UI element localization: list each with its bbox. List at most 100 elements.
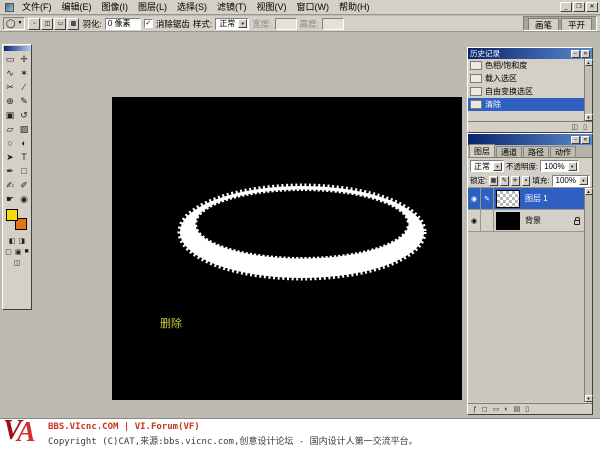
delete-state-icon[interactable]: ▯ — [583, 123, 587, 132]
opacity-dropdown[interactable]: 100% ▼ — [540, 160, 578, 172]
jump-to-imageready-icon[interactable]: ◫ — [14, 259, 21, 267]
history-step-selected[interactable]: 清除 — [468, 98, 592, 111]
layer-row-background[interactable]: ◉ 背景 — [468, 210, 584, 232]
healing-brush-tool[interactable]: ⊕ — [3, 94, 17, 108]
toolbox-grip[interactable] — [4, 46, 30, 51]
history-step[interactable]: 自由变换选区 — [468, 85, 592, 98]
lock-image-pixels-icon[interactable]: ✎ — [500, 176, 509, 186]
tab-layers[interactable]: 图层 — [469, 144, 495, 157]
selection-new-icon[interactable]: ▫ — [28, 18, 40, 30]
blur-tool[interactable]: ○ — [3, 136, 17, 150]
hand-tool[interactable]: ☛ — [3, 192, 17, 206]
tab-actions[interactable]: 动作 — [550, 146, 576, 157]
menu-select[interactable]: 选择(S) — [172, 0, 212, 14]
standard-screen-icon[interactable]: ▢ — [5, 248, 12, 256]
width-input — [275, 18, 297, 30]
palette-well-brushes-tab[interactable]: 画笔 — [528, 18, 559, 30]
visibility-eye-icon[interactable]: ◉ — [468, 188, 481, 209]
layers-scrollbar[interactable]: ▲ ▼ — [584, 188, 592, 402]
selection-add-icon[interactable]: ◫ — [41, 18, 53, 30]
feather-input[interactable]: 0 像素 — [105, 18, 141, 30]
visibility-eye-icon[interactable]: ◉ — [468, 210, 481, 231]
menu-layer[interactable]: 图层(L) — [133, 0, 172, 14]
menu-file[interactable]: 文件(F) — [17, 0, 57, 14]
document-canvas[interactable]: 删除 — [112, 97, 462, 400]
menu-filter[interactable]: 滤镜(T) — [212, 0, 252, 14]
menu-view[interactable]: 视图(V) — [252, 0, 292, 14]
blend-mode-dropdown[interactable]: 正常 ▼ — [470, 160, 504, 172]
pen-tool[interactable]: ✒ — [3, 164, 17, 178]
delete-layer-icon[interactable]: ▯ — [525, 405, 529, 414]
rectangular-marquee-tool[interactable]: ▭ — [3, 52, 17, 66]
tab-channels[interactable]: 通道 — [496, 146, 522, 157]
selection-subtract-icon[interactable]: ▭ — [54, 18, 66, 30]
gradient-tool[interactable]: ▨ — [17, 122, 31, 136]
fill-dropdown[interactable]: 100% ▼ — [552, 175, 590, 187]
magic-wand-tool[interactable]: ✶ — [17, 66, 31, 80]
panel-close-icon[interactable]: ✕ — [581, 136, 590, 144]
layer-row-layer1[interactable]: ◉ ✎ 图层 1 — [468, 188, 584, 210]
new-snapshot-icon[interactable]: ◫ — [572, 123, 579, 132]
history-brush-tool[interactable]: ↺ — [17, 108, 31, 122]
history-step[interactable]: 色相/饱和度 — [468, 59, 592, 72]
menu-edit[interactable]: 编辑(E) — [57, 0, 97, 14]
path-selection-tool[interactable]: ➤ — [3, 150, 17, 164]
scroll-up-icon[interactable]: ▲ — [585, 59, 593, 66]
fullscreen-icon[interactable]: ■ — [25, 248, 29, 256]
history-panel-title: 历史记录 — [470, 48, 570, 59]
width-label: 宽度: — [252, 18, 271, 30]
foreground-color-swatch[interactable] — [6, 209, 18, 221]
move-tool[interactable]: ✛ — [17, 52, 31, 66]
type-tool[interactable]: T — [17, 150, 31, 164]
shape-tool[interactable]: □ — [17, 164, 31, 178]
history-title-bar[interactable]: 历史记录 – ✕ — [468, 48, 592, 59]
menu-image[interactable]: 图像(I) — [97, 0, 134, 14]
tool-preset-dropdown[interactable]: ◯ ▼ — [3, 17, 25, 30]
slice-tool[interactable]: ∕ — [17, 80, 31, 94]
history-scrollbar[interactable]: ▲ ▼ — [584, 59, 592, 121]
antialias-checkbox[interactable]: ✓ — [144, 19, 153, 28]
history-step[interactable]: 载入选区 — [468, 72, 592, 85]
menu-help[interactable]: 帮助(H) — [334, 0, 375, 14]
style-dropdown[interactable]: 正常 ▼ — [215, 18, 249, 30]
layer-style-icon[interactable]: ƒ — [473, 405, 477, 414]
minimize-button[interactable]: _ — [560, 2, 572, 12]
palette-well-file-tab[interactable]: 平开 — [561, 18, 592, 30]
panel-minimize-icon[interactable]: – — [571, 50, 580, 58]
zoom-tool[interactable]: ◉ — [17, 192, 31, 206]
panel-close-icon[interactable]: ✕ — [581, 50, 590, 58]
standard-mode-icon[interactable]: ◧ — [9, 237, 16, 245]
blend-mode-value: 正常 — [474, 161, 490, 172]
quickmask-mode-icon[interactable]: ◨ — [19, 237, 26, 245]
selection-intersect-icon[interactable]: ▩ — [67, 18, 79, 30]
restore-button[interactable]: ❐ — [573, 2, 585, 12]
layer-mask-icon[interactable]: ◻ — [482, 405, 488, 414]
fullscreen-menubar-icon[interactable]: ▣ — [15, 248, 22, 256]
panel-minimize-icon[interactable]: – — [571, 136, 580, 144]
close-button[interactable]: ✕ — [586, 2, 598, 12]
lock-transparent-pixels-icon[interactable]: ▦ — [489, 176, 498, 186]
layer-name[interactable]: 图层 1 — [522, 193, 570, 204]
dodge-tool[interactable]: ◐ — [17, 136, 31, 150]
eyedropper-tool[interactable]: ✐ — [17, 178, 31, 192]
history-step-label: 载入选区 — [485, 73, 517, 84]
menu-window[interactable]: 窗口(W) — [292, 0, 335, 14]
lock-all-icon[interactable]: ▪ — [522, 176, 531, 186]
layer-thumbnail[interactable] — [496, 212, 520, 230]
new-layer-icon[interactable]: ▤ — [514, 405, 521, 414]
lock-position-icon[interactable]: ✛ — [511, 176, 520, 186]
scroll-down-icon[interactable]: ▼ — [585, 395, 593, 402]
layer-thumbnail[interactable] — [496, 190, 520, 208]
clone-stamp-tool[interactable]: ▣ — [3, 108, 17, 122]
crop-tool[interactable]: ✂ — [3, 80, 17, 94]
tab-paths[interactable]: 路径 — [523, 146, 549, 157]
scroll-down-icon[interactable]: ▼ — [585, 114, 593, 121]
brush-tool[interactable]: ✎ — [17, 94, 31, 108]
layer-name[interactable]: 背景 — [522, 215, 570, 226]
scroll-up-icon[interactable]: ▲ — [585, 188, 593, 195]
notes-tool[interactable]: ✍ — [3, 178, 17, 192]
layer-set-icon[interactable]: ▭ — [493, 405, 500, 414]
adjustment-layer-icon[interactable]: ◐ — [504, 405, 508, 414]
eraser-tool[interactable]: ▱ — [3, 122, 17, 136]
lasso-tool[interactable]: ∿ — [3, 66, 17, 80]
